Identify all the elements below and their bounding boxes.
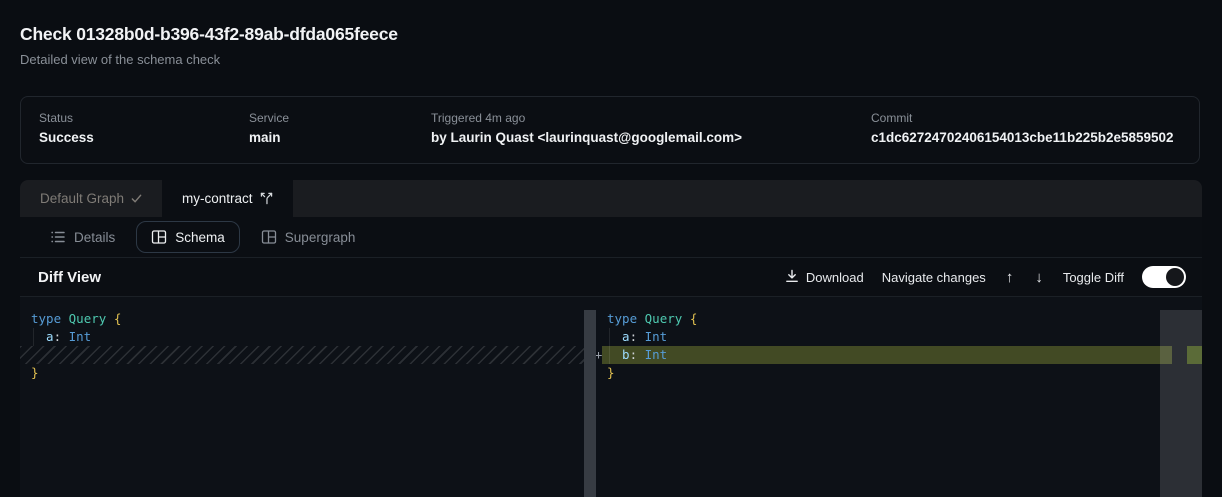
summary-card: Status Success Service main Triggered 4m… <box>20 96 1200 164</box>
arrow-up-icon: ↑ <box>1006 269 1014 286</box>
diff-toolbar: Diff View Download Navigate changes ↑ ↓ … <box>20 257 1202 297</box>
contract-tab-strip: Default Graph my-contract <box>20 180 1202 217</box>
tab-details[interactable]: Details <box>38 221 127 253</box>
download-label: Download <box>806 270 864 285</box>
tab-label: Schema <box>175 230 225 245</box>
check-icon <box>131 193 142 204</box>
indent-guide <box>33 328 34 346</box>
summary-field-status: Status Success <box>39 111 94 145</box>
code-line-placeholder <box>31 346 121 364</box>
diff-view-title: Diff View <box>20 269 101 286</box>
check-detail-panel: Default Graph my-contract <box>20 180 1202 497</box>
summary-field-service: Service main <box>249 111 289 145</box>
code-line: type Query { <box>31 310 121 328</box>
switch-knob <box>1166 268 1184 286</box>
tab-label: Supergraph <box>285 230 356 245</box>
triggered-value: by Laurin Quast <laurinquast@googlemail.… <box>431 130 742 145</box>
navigate-changes-button[interactable]: Navigate changes <box>882 270 986 285</box>
diff-editor: + type Query { a: Int} type Query { a: I… <box>20 297 1202 497</box>
status-value: Success <box>39 130 94 145</box>
service-value: main <box>249 130 289 145</box>
panels-icon <box>261 229 277 245</box>
triggered-label: Triggered 4m ago <box>431 111 742 125</box>
diff-right-pane[interactable]: type Query { a: Int b: Int} <box>607 310 697 382</box>
list-icon <box>50 229 66 245</box>
summary-field-commit: Commit c1dc62724702406154013cbe11b225b2e… <box>871 111 1174 145</box>
code-line: a: Int <box>31 328 121 346</box>
code-line: type Query { <box>607 310 697 328</box>
toggle-diff-switch[interactable] <box>1142 266 1186 288</box>
code-line: } <box>607 364 697 382</box>
download-icon <box>785 269 799 286</box>
contract-tab-my-contract[interactable]: my-contract <box>162 180 293 217</box>
page-subtitle: Detailed view of the schema check <box>20 52 220 67</box>
contract-tab-default-graph[interactable]: Default Graph <box>20 180 162 217</box>
commit-value: c1dc62724702406154013cbe11b225b2e5859502 <box>871 130 1174 145</box>
commit-label: Commit <box>871 111 1174 125</box>
page-title: Check 01328b0d-b396-43f2-89ab-dfda065fee… <box>20 24 398 45</box>
code-line: a: Int <box>607 328 697 346</box>
contract-tab-label: my-contract <box>182 191 253 206</box>
diff-left-pane[interactable]: type Query { a: Int} <box>31 310 121 382</box>
left-scrollbar[interactable] <box>584 310 596 497</box>
previous-change-button[interactable]: ↑ <box>1004 269 1016 286</box>
code-line: } <box>31 364 121 382</box>
service-label: Service <box>249 111 289 125</box>
download-button[interactable]: Download <box>785 269 864 286</box>
navigate-changes-label: Navigate changes <box>882 270 986 285</box>
summary-field-triggered: Triggered 4m ago by Laurin Quast <laurin… <box>431 111 742 145</box>
tab-schema[interactable]: Schema <box>136 221 240 253</box>
toggle-diff-label: Toggle Diff <box>1063 270 1124 285</box>
panels-icon <box>151 229 167 245</box>
right-scrollbar[interactable] <box>1160 310 1202 497</box>
view-tab-bar: Details Schema Supergraph <box>20 217 1202 257</box>
contract-tab-label: Default Graph <box>40 191 124 206</box>
next-change-button[interactable]: ↓ <box>1033 269 1045 286</box>
arrow-down-icon: ↓ <box>1035 269 1043 286</box>
code-line-added: b: Int <box>607 346 697 364</box>
split-icon <box>260 192 273 205</box>
overview-ruler-insert-marker <box>1187 346 1202 364</box>
tab-label: Details <box>74 230 115 245</box>
tab-supergraph[interactable]: Supergraph <box>249 221 368 253</box>
status-label: Status <box>39 111 94 125</box>
